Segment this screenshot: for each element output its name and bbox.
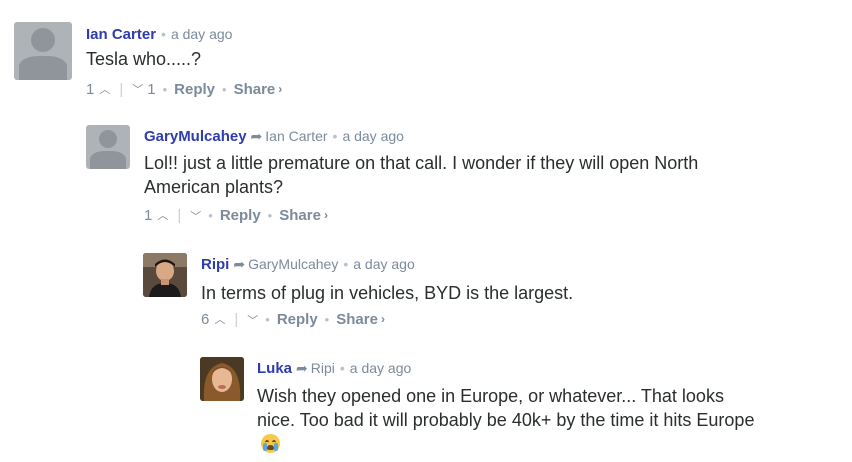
upvote-icon: ︿: [99, 84, 111, 97]
person-photo-icon: [143, 253, 187, 297]
comment-author[interactable]: Luka: [257, 360, 292, 377]
comment-timestamp[interactable]: a day ago: [353, 256, 415, 272]
comment-timestamp[interactable]: a day ago: [342, 128, 404, 144]
photo-avatar[interactable]: [200, 357, 244, 401]
comment-text: Tesla who.....?: [86, 49, 202, 69]
reply-arrow-icon: ➦: [250, 128, 263, 144]
comment-timestamp[interactable]: a day ago: [350, 360, 412, 376]
share-button[interactable]: Share ›: [234, 80, 283, 98]
upvote-count: 1: [144, 206, 153, 224]
upvote-icon: ︿: [157, 210, 169, 223]
reply-button[interactable]: Reply: [174, 81, 215, 98]
comment-luka: Luka ➦ Ripi • a day ago Wish they opened one…: [200, 357, 840, 457]
chevron-right-icon: ›: [323, 208, 328, 223]
reply-button[interactable]: Reply: [277, 311, 318, 328]
comment-ian-carter: Ian Carter • a day ago Tesla who.....? 1 ︿ |…: [14, 22, 834, 102]
comment-text: Lol!! just a little premature on that ca…: [144, 153, 699, 197]
comment-text: Wish they opened one in Europe, or whate…: [257, 384, 757, 456]
comment-footer: 1 ︿ | ﹀ • Reply • Share ›: [144, 206, 328, 224]
chevron-right-icon: ›: [380, 312, 385, 327]
default-avatar[interactable]: [86, 125, 130, 169]
upvote-icon: ︿: [214, 314, 226, 327]
photo-avatar[interactable]: [143, 253, 187, 297]
upvote-count: 6: [201, 310, 210, 328]
comment-ripi: Ripi ➦ GaryMulcahey • a day ago In terms of …: [143, 253, 843, 333]
reply-to-author[interactable]: GaryMulcahey: [248, 256, 338, 272]
default-avatar[interactable]: [14, 22, 72, 80]
reply-button[interactable]: Reply: [220, 207, 261, 224]
crying-face-emoji: [261, 434, 280, 453]
comment-author[interactable]: Ripi: [201, 256, 229, 273]
comment-text: In terms of plug in vehicles, BYD is the…: [201, 283, 574, 303]
downvote-button[interactable]: ﹀: [190, 207, 201, 224]
chevron-right-icon: ›: [278, 82, 283, 97]
person-photo-icon: [200, 357, 244, 401]
comment-author[interactable]: Ian Carter: [86, 26, 156, 43]
reply-to-author[interactable]: Ripi: [311, 360, 335, 376]
downvote-count: 1: [147, 80, 156, 98]
downvote-icon: ﹀: [247, 314, 259, 327]
upvote-button[interactable]: 6 ︿: [201, 310, 225, 328]
upvote-button[interactable]: 1 ︿: [144, 206, 168, 224]
reply-arrow-icon: ➦: [233, 256, 246, 272]
comment-footer: 1 ︿ | ﹀ 1 • Reply • Share ›: [86, 80, 283, 98]
share-button[interactable]: Share ›: [336, 310, 385, 328]
comment-footer: 6 ︿ | ﹀ • Reply • Share ›: [201, 310, 385, 328]
reply-to-author[interactable]: Ian Carter: [265, 128, 327, 144]
comment-timestamp[interactable]: a day ago: [171, 26, 233, 42]
downvote-button[interactable]: ﹀ 1: [132, 80, 155, 98]
downvote-button[interactable]: ﹀: [247, 311, 258, 328]
upvote-count: 1: [86, 80, 95, 98]
comment-text-content: Wish they opened one in Europe, or whate…: [257, 386, 755, 430]
comment-author[interactable]: GaryMulcahey: [144, 128, 247, 145]
comment-garymulcahey: GaryMulcahey ➦ Ian Carter • a day ago Lol!! …: [86, 125, 836, 230]
reply-arrow-icon: ➦: [296, 360, 308, 376]
downvote-icon: ﹀: [132, 84, 144, 97]
share-button[interactable]: Share ›: [279, 206, 328, 224]
downvote-icon: ﹀: [190, 210, 202, 223]
upvote-button[interactable]: 1 ︿: [86, 80, 110, 98]
